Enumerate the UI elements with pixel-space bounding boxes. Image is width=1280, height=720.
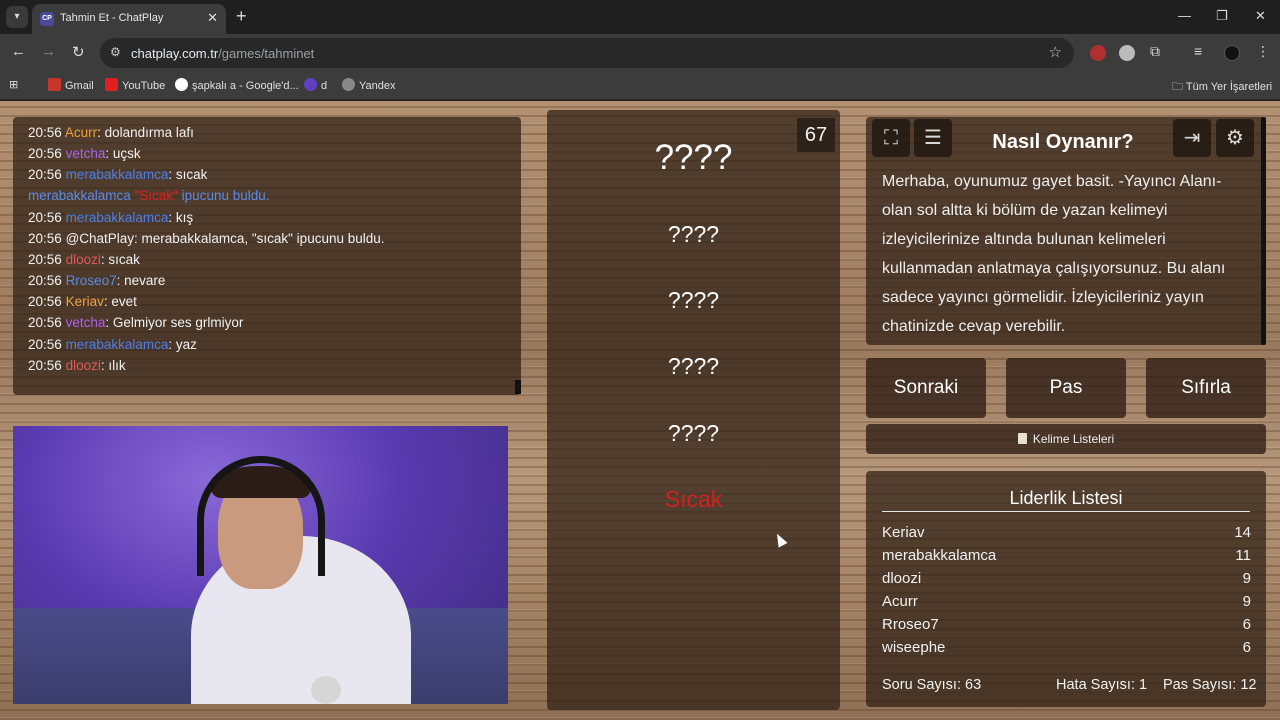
gmail-icon: [48, 78, 61, 91]
chat-message: 20:56 dloozi: sıcak: [28, 252, 140, 267]
leaderboard-row: merabakkalamca 11: [882, 547, 1251, 564]
bookmark-favicon-icon: [304, 78, 317, 91]
pass-button[interactable]: Pas: [1006, 358, 1126, 418]
media-control-icon[interactable]: ≡: [1194, 43, 1202, 59]
window-close-icon[interactable]: ✕: [1255, 8, 1266, 24]
pass-count: Pas Sayısı: 12: [1163, 677, 1257, 693]
leaderboard-row: Rroseo7 6: [882, 616, 1251, 633]
forward-arrow-icon[interactable]: →: [41, 43, 56, 60]
minimize-icon[interactable]: —: [1178, 8, 1191, 23]
browser-tab[interactable]: CP Tahmin Et - ChatPlay ✕: [32, 4, 226, 34]
hint-word: ????: [667, 221, 720, 247]
extension-icon[interactable]: [1090, 45, 1106, 61]
error-count: Hata Sayısı: 1: [1056, 677, 1148, 693]
word-panel: 67 ???? ???? ???? ???? ???? Sıcak: [547, 110, 840, 710]
leaderboard-row: wiseephe 6: [882, 639, 1251, 656]
chat-message: 20:56 dloozi: ılık: [28, 358, 126, 373]
leaderboard-title: Liderlik Listesi: [1009, 488, 1123, 508]
webcam-feed: [13, 426, 508, 704]
extension-icon[interactable]: [1119, 45, 1135, 61]
reset-button[interactable]: Sıfırla: [1146, 358, 1266, 418]
leaderboard-panel: Liderlik Listesi Keriav 14 merabakkalamca…: [866, 471, 1266, 707]
browser-toolbar: ← → ↻ ⚙ chatplay.com.tr/games/tahminet ☆…: [0, 34, 1280, 72]
chat-message: 20:56 merabakkalamca: sıcak: [28, 167, 208, 182]
chat-message: 20:56 @ChatPlay: merabakkalamca, "sıcak"…: [28, 231, 385, 246]
bookmark-youtube[interactable]: YouTube: [105, 78, 165, 92]
chat-message: 20:56 Keriav: evet: [28, 294, 137, 309]
hint-word: ????: [667, 420, 720, 446]
tab-close-icon[interactable]: ✕: [207, 10, 218, 26]
chatplay-favicon-icon: CP: [40, 12, 54, 26]
chat-message: 20:56 vetcha: uçsk: [28, 146, 141, 161]
profile-avatar[interactable]: [1224, 45, 1240, 61]
bookmark-yandex[interactable]: Yandex: [342, 78, 396, 92]
reload-icon[interactable]: ↻: [72, 43, 85, 61]
maximize-icon[interactable]: ❐: [1216, 8, 1228, 24]
youtube-icon: [105, 78, 118, 91]
chat-message: 20:56 merabakkalamca: yaz: [28, 337, 197, 352]
microphone-icon: [311, 676, 341, 704]
chat-hint-found: merabakkalamca "Sıcak" ipucunu buldu.: [28, 188, 270, 203]
next-button[interactable]: Sonraki: [866, 358, 986, 418]
word-lists-button[interactable]: Kelime Listeleri: [866, 424, 1266, 454]
bookmark-d[interactable]: d: [304, 78, 327, 92]
leaderboard-row: dloozi 9: [882, 570, 1251, 587]
chat-message: 20:56 Rroseo7: nevare: [28, 273, 166, 288]
bookmark-google[interactable]: şapkalı a - Google'd...: [175, 78, 299, 92]
extensions-puzzle-icon[interactable]: ⧉: [1150, 43, 1160, 60]
exit-icon[interactable]: ⇥: [1173, 119, 1211, 157]
address-bar[interactable]: ⚙ chatplay.com.tr/games/tahminet ☆: [100, 38, 1074, 68]
globe-icon: [342, 78, 355, 91]
new-tab-button[interactable]: +: [236, 6, 247, 26]
folder-icon: 🗀: [1172, 81, 1186, 93]
question-count: Soru Sayısı: 63: [882, 677, 982, 693]
hint-word: ????: [667, 287, 720, 313]
tab-title: Tahmin Et - ChatPlay: [60, 12, 164, 24]
secret-word: ????: [654, 138, 733, 177]
browser-tab-bar: ▾ CP Tahmin Et - ChatPlay ✕ + — ❐ ✕: [0, 0, 1280, 34]
all-bookmarks[interactable]: 🗀 Tüm Yer İşaretleri: [1172, 78, 1272, 97]
bookmark-star-icon[interactable]: ☆: [1049, 43, 1062, 61]
leaderboard-row: Keriav 14: [882, 524, 1251, 541]
site-info-icon[interactable]: ⚙: [110, 45, 121, 59]
chat-panel: 20:56 Acurr: dolandırma lafı 20:56 vetch…: [13, 117, 521, 395]
leaderboard-divider: [882, 511, 1250, 512]
how-to-play-scrollbar[interactable]: [1261, 117, 1266, 345]
bookmark-gmail[interactable]: Gmail: [48, 78, 94, 92]
headset-icon: [197, 456, 325, 576]
document-icon: [1017, 433, 1027, 444]
url-text: chatplay.com.tr/games/tahminet: [131, 46, 315, 61]
chat-message: 20:56 merabakkalamca: kış: [28, 210, 194, 225]
hint-word: ????: [667, 353, 720, 379]
google-icon: [175, 78, 188, 91]
menu-dots-icon[interactable]: ⋮: [1256, 43, 1270, 60]
leaderboard-row: Acurr 9: [882, 593, 1251, 610]
settings-gear-icon[interactable]: ⚙: [1216, 119, 1254, 157]
tab-search-button[interactable]: ▾: [6, 6, 28, 28]
game-page: 20:56 Acurr: dolandırma lafı 20:56 vetch…: [0, 101, 1280, 720]
how-to-play-panel: ⛶ ☰ Nasıl Oynanır? ⇥ ⚙ Merhaba, oyunumuz…: [866, 117, 1266, 345]
bookmarks-bar: ⊞ Gmail YouTube şapkalı a - Google'd... …: [0, 72, 1280, 100]
chat-message: 20:56 vetcha: Gelmiyor ses grlmiyor: [28, 315, 244, 330]
chat-message: 20:56 Acurr: dolandırma lafı: [28, 125, 194, 140]
back-arrow-icon[interactable]: ←: [11, 43, 26, 60]
hint-word-revealed: Sıcak: [664, 486, 723, 512]
chat-scrollbar[interactable]: [515, 380, 521, 394]
how-to-play-text: Merhaba, oyunumuz gayet basit. -Yayıncı …: [882, 173, 1226, 335]
apps-grid-icon[interactable]: ⊞: [9, 78, 18, 91]
